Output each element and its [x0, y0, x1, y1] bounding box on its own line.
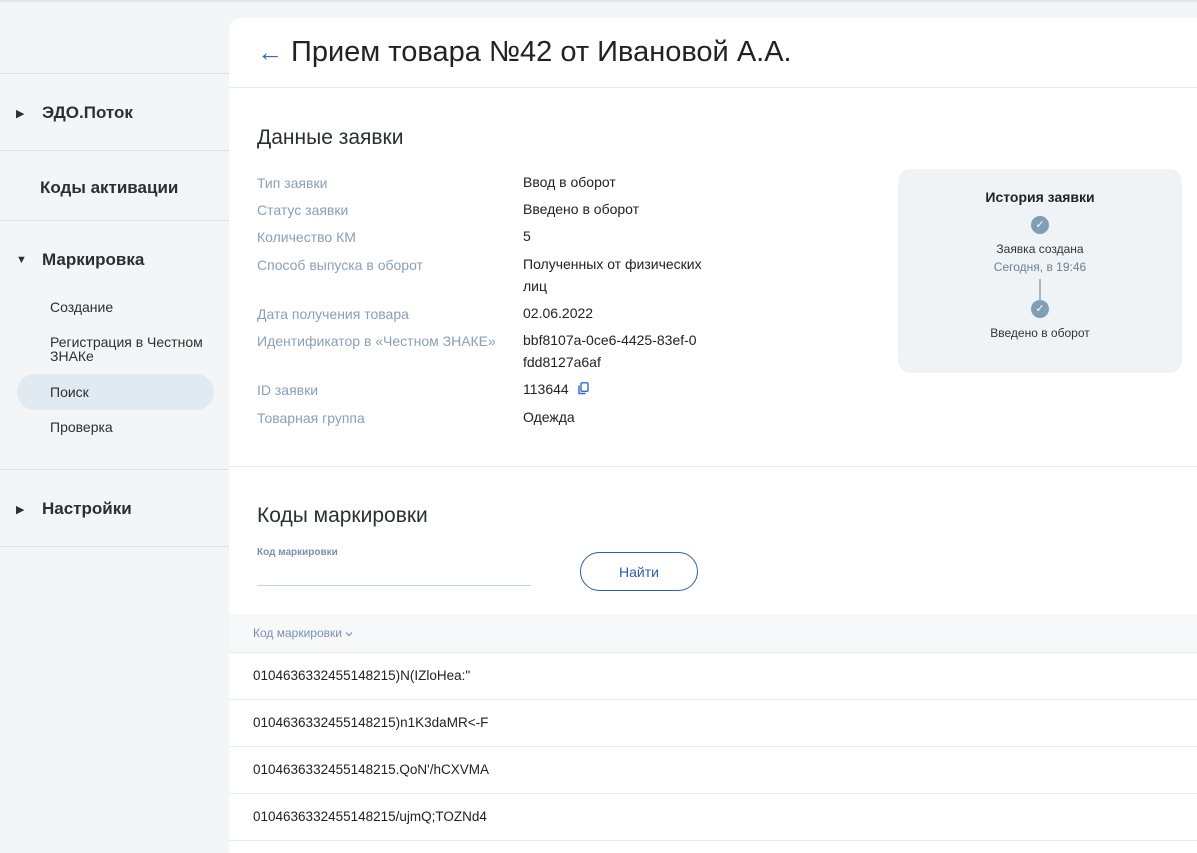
- table-header: Код маркировки: [229, 614, 1197, 653]
- field-value-km-count: 5: [523, 228, 531, 244]
- sidebar-section-settings[interactable]: ▶ Настройки: [0, 495, 229, 523]
- history-step-label: Введено в оборот: [990, 326, 1090, 340]
- field-value-status: Введено в оборот: [523, 201, 640, 217]
- sidebar-section-label: ЭДО.Поток: [42, 103, 133, 122]
- table-row[interactable]: 0104636332455148215)N(IZloHea:": [229, 653, 1197, 700]
- sidebar: ▶ ЭДО.Поток Коды активации ▼ Маркировка …: [0, 0, 229, 853]
- sidebar-item-registration[interactable]: Регистрация в Честном ЗНАКе: [17, 332, 214, 366]
- find-button[interactable]: Найти: [580, 552, 698, 591]
- sidebar-item-create[interactable]: Создание: [17, 296, 214, 318]
- sidebar-item-label: Создание: [50, 299, 114, 315]
- field-value-product-group: Одежда: [523, 409, 575, 425]
- caret-right-icon: ▶: [16, 503, 25, 516]
- page-header: ← Прием товара №42 от Ивановой А.А.: [229, 18, 1197, 88]
- check-icon: ✓: [1031, 300, 1049, 318]
- check-icon: ✓: [1031, 216, 1049, 234]
- sidebar-section-marking[interactable]: ▼ Маркировка: [0, 246, 229, 274]
- sidebar-item-label: Поиск: [50, 384, 89, 400]
- search-label: Код маркировки: [257, 547, 338, 558]
- section-divider: [229, 466, 1197, 467]
- sidebar-section-label: Настройки: [42, 499, 132, 518]
- page-title: Прием товара №42 от Ивановой А.А.: [291, 36, 792, 68]
- copy-icon[interactable]: [577, 379, 589, 401]
- sidebar-section-activation-codes[interactable]: Коды активации: [0, 174, 229, 202]
- table-cell-code: 0104636332455148215)N(IZloHea:": [253, 668, 471, 683]
- sidebar-divider: [0, 469, 229, 470]
- history-title: История заявки: [985, 189, 1095, 205]
- field-value-receive-date: 02.06.2022: [523, 305, 594, 321]
- caret-right-icon: ▶: [16, 107, 25, 120]
- table-cell-code: 0104636332455148215/ujmQ;TOZNd4: [253, 809, 487, 824]
- field-label-request-id: ID заявки: [257, 382, 319, 398]
- sidebar-divider: [0, 73, 229, 74]
- field-label-km-count: Количество КМ: [257, 229, 356, 245]
- field-label-product-group: Товарная группа: [257, 410, 365, 426]
- sidebar-item-check[interactable]: Проверка: [17, 416, 214, 438]
- sidebar-section-label: Маркировка: [42, 250, 145, 269]
- caret-down-icon: ▼: [16, 254, 27, 266]
- main-card: ← Прием товара №42 от Ивановой А.А. Данн…: [229, 18, 1197, 853]
- field-label-status: Статус заявки: [257, 202, 349, 218]
- marking-code-search-input[interactable]: [257, 562, 531, 586]
- field-label-receive-date: Дата получения товара: [257, 306, 409, 322]
- field-value-release-method: Полученных от физических лиц: [523, 256, 702, 294]
- details-section-title: Данные заявки: [257, 126, 404, 149]
- field-label-type: Тип заявки: [257, 175, 328, 191]
- field-value-cz-identifier: bbf8107a-0ce6-4425-83ef-0fdd8127a6af: [523, 332, 697, 370]
- table-row[interactable]: 0104636332455148215.QoN'/hCXVMA: [229, 747, 1197, 794]
- field-value-request-id-row: 113644: [523, 378, 723, 401]
- sidebar-divider: [0, 546, 229, 547]
- column-header-marking-code[interactable]: Код маркировки: [253, 626, 353, 640]
- codes-section-title: Коды маркировки: [257, 504, 428, 527]
- table-cell-code: 0104636332455148215.QoN'/hCXVMA: [253, 762, 490, 777]
- column-header-label: Код маркировки: [253, 626, 342, 640]
- table-cell-code: 0104636332455148215)n1K3daMR<-F: [253, 715, 489, 730]
- history-step-time: Сегодня, в 19:46: [993, 260, 1087, 274]
- field-value-request-id: 113644: [523, 381, 569, 397]
- history-connector: [1039, 279, 1041, 301]
- sidebar-divider: [0, 220, 229, 221]
- field-label-release-method: Способ выпуска в оборот: [257, 257, 423, 273]
- field-label-cz-identifier: Идентификатор в «Честном ЗНАКЕ»: [257, 333, 496, 349]
- table-row[interactable]: 0104636332455148215)n1K3daMR<-F: [229, 700, 1197, 747]
- history-panel: История заявки ✓ Заявка создана Сегодня,…: [898, 169, 1182, 373]
- history-step-label: Заявка создана: [996, 242, 1084, 256]
- chevron-down-icon: [345, 631, 353, 637]
- sidebar-divider: [0, 150, 229, 151]
- sidebar-item-search[interactable]: Поиск: [17, 374, 214, 410]
- sidebar-item-label: Регистрация в Честном ЗНАКе: [50, 334, 203, 364]
- field-value-type: Ввод в оборот: [523, 174, 616, 190]
- sidebar-section-edo-potok[interactable]: ▶ ЭДО.Поток: [0, 99, 229, 127]
- sidebar-item-label: Проверка: [50, 419, 113, 435]
- table-row[interactable]: 0104636332455148215/ujmQ;TOZNd4: [229, 794, 1197, 841]
- sidebar-section-label: Коды активации: [40, 178, 179, 197]
- back-arrow-icon[interactable]: ←: [257, 34, 283, 70]
